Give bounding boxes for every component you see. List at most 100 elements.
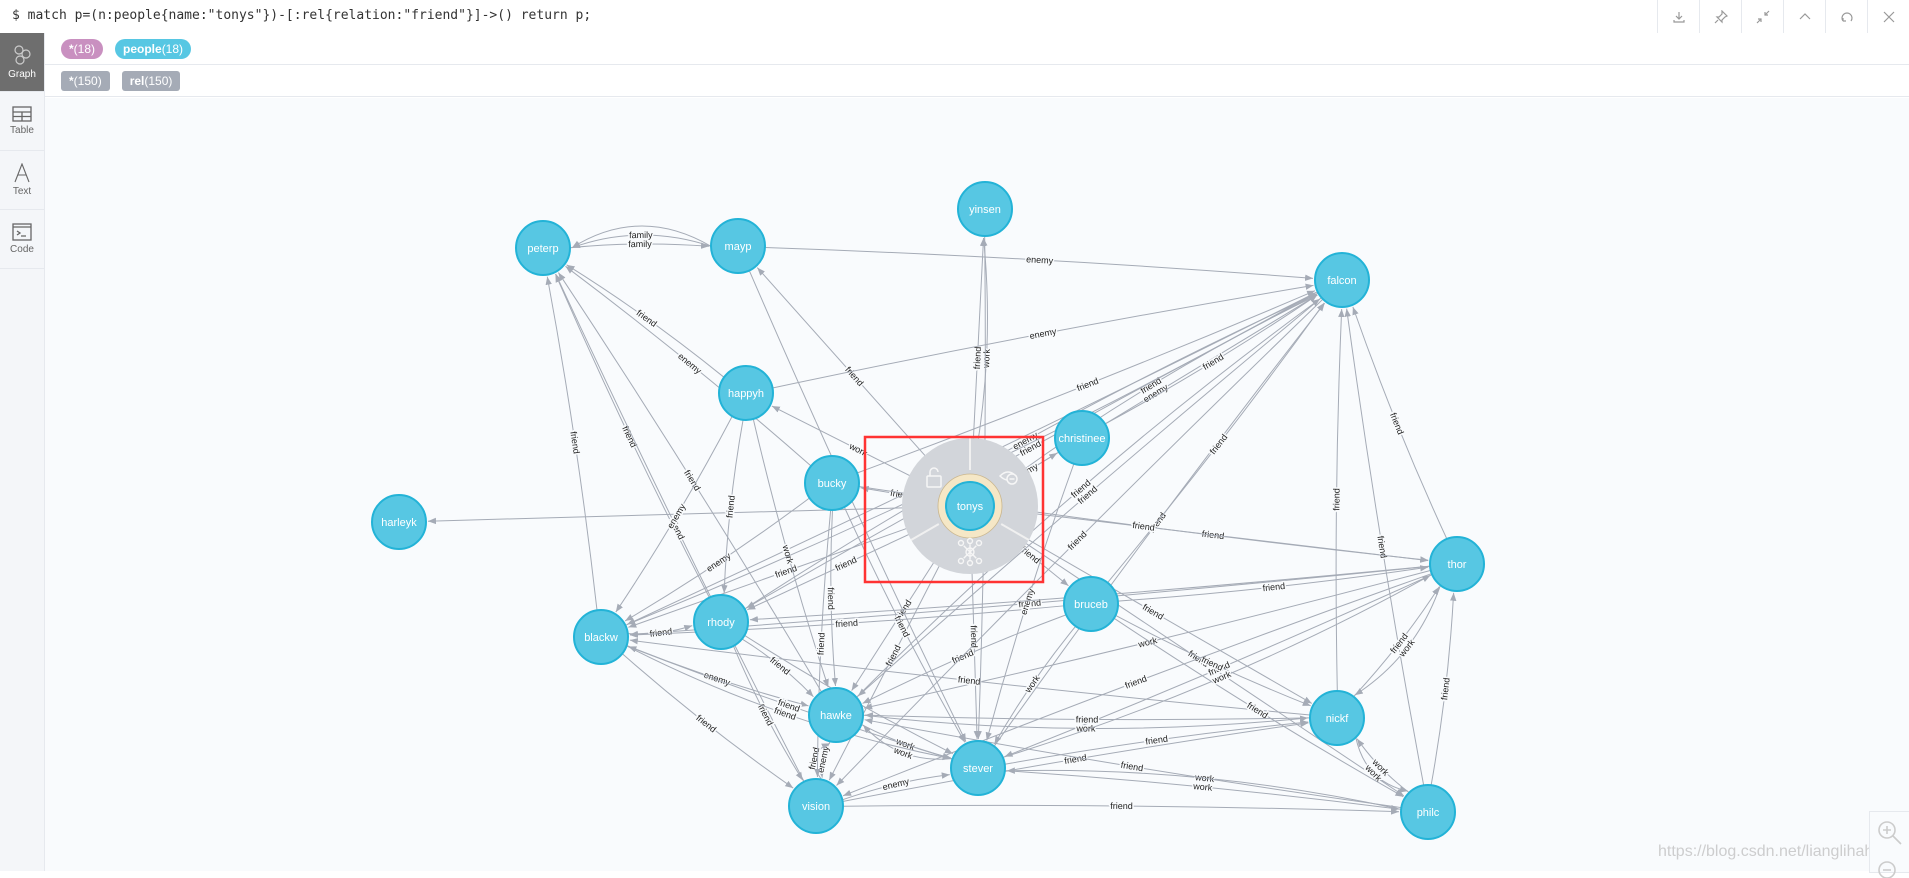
relationship-label: work xyxy=(981,348,992,369)
relationship-label: friend xyxy=(1120,760,1144,774)
node-bucky[interactable]: bucky xyxy=(804,455,860,511)
relationship-label: friend xyxy=(568,431,581,455)
zoom-in-icon[interactable] xyxy=(1875,818,1905,848)
relationship[interactable]: enemy xyxy=(842,772,950,801)
sidebar-item-table[interactable]: Table xyxy=(0,92,44,151)
node-caption: stever xyxy=(963,763,993,775)
rerun-button[interactable] xyxy=(1825,0,1867,33)
relationship[interactable]: friend xyxy=(1353,586,1440,698)
query-editor[interactable]: $ match p=(n:people{name:"tonys"})-[:rel… xyxy=(0,0,1909,34)
node-philc[interactable]: philc xyxy=(1400,784,1456,840)
frame-toolbar xyxy=(1657,0,1909,33)
sidebar-item-graph[interactable]: Graph xyxy=(0,33,44,92)
relationship-label: family xyxy=(628,239,652,249)
graph-svg[interactable]: familyfamilyenemyfriendenemyfriendfriend… xyxy=(45,98,1909,871)
relationship[interactable]: friend xyxy=(1115,614,1311,707)
node-caption: falcon xyxy=(1327,275,1356,287)
node-thor[interactable]: thor xyxy=(1429,536,1485,592)
pin-button[interactable] xyxy=(1699,0,1741,33)
relationship[interactable]: friend xyxy=(1352,306,1448,540)
relationship-label: friend xyxy=(724,495,736,518)
sidebar-item-label: Graph xyxy=(8,69,36,80)
relationship[interactable]: enemy xyxy=(764,247,1314,281)
node-rhody[interactable]: rhody xyxy=(693,594,749,650)
node-harleyk[interactable]: harleyk xyxy=(371,494,427,550)
node-caption: happyh xyxy=(728,388,764,400)
relationship-label: friend xyxy=(1262,581,1285,593)
relationship-label: friend xyxy=(1245,700,1269,720)
node-vision[interactable]: vision xyxy=(788,778,844,834)
node-bruceb[interactable]: bruceb xyxy=(1063,576,1119,632)
node-caption: nickf xyxy=(1326,713,1350,725)
node-peterp[interactable]: peterp xyxy=(515,220,571,276)
relationship-label: work xyxy=(1136,635,1158,650)
sidebar-item-text[interactable]: Text xyxy=(0,151,44,210)
relationship-label: friend xyxy=(635,308,659,329)
relationship-label: friend xyxy=(1201,352,1225,372)
view-sidebar: Graph Table Text Code xyxy=(0,33,45,871)
zoom-out-icon[interactable] xyxy=(1875,858,1905,878)
relationship[interactable]: work xyxy=(1356,738,1410,793)
collapse-frame-button[interactable] xyxy=(1783,0,1825,33)
relationship[interactable]: friend xyxy=(1430,592,1457,786)
node-hawke[interactable]: hawke xyxy=(808,687,864,743)
relationship-label: enemy xyxy=(1026,254,1054,266)
graph-canvas[interactable]: family family enemy friend enemy friend friend… xyxy=(45,98,1909,871)
close-button[interactable] xyxy=(1867,0,1909,33)
relationship-label: friend xyxy=(694,713,718,735)
sidebar-item-code[interactable]: Code xyxy=(0,210,44,269)
relationship[interactable]: friend xyxy=(721,419,744,594)
node-caption: bucky xyxy=(818,478,847,490)
node-caption: mayp xyxy=(725,241,752,253)
node-label-people[interactable]: people(18) xyxy=(115,38,192,59)
rerun-icon xyxy=(1840,11,1853,22)
node-caption: hawke xyxy=(820,710,852,722)
relationship-label: friend xyxy=(1388,411,1406,436)
node-stever[interactable]: stever xyxy=(950,740,1006,796)
rel-type-all[interactable]: *(150) xyxy=(61,70,110,91)
close-icon xyxy=(1883,11,1894,22)
node-blackw[interactable]: blackw xyxy=(573,609,629,665)
chevron-up-icon xyxy=(1799,12,1810,19)
query-text[interactable]: $ match p=(n:people{name:"tonys"})-[:rel… xyxy=(12,8,591,23)
zoom-controls xyxy=(1869,811,1909,878)
relationship[interactable]: friend xyxy=(824,509,839,687)
relationship[interactable]: friend xyxy=(627,625,693,640)
relationship-label: friend xyxy=(1075,376,1100,394)
download-button[interactable] xyxy=(1657,0,1699,33)
node-caption: vision xyxy=(802,801,830,813)
node-christinee[interactable]: christinee xyxy=(1054,410,1110,466)
node-labels-row: *(18) people(18) xyxy=(45,33,1909,65)
node-caption: harleyk xyxy=(381,517,417,529)
node-label-all[interactable]: *(18) xyxy=(61,38,104,59)
relationship-label: friend xyxy=(1132,520,1156,533)
relationship-label: friend xyxy=(1141,602,1165,622)
rel-type-rel[interactable]: rel(150) xyxy=(121,70,181,91)
rel-types-row: *(150) rel(150) xyxy=(45,65,1909,97)
sidebar-item-label: Code xyxy=(10,244,34,255)
relationship[interactable]: friend xyxy=(545,276,598,611)
collapse-button[interactable] xyxy=(1741,0,1783,33)
relationship[interactable]: friend xyxy=(1117,565,1429,602)
relationship[interactable]: enemy xyxy=(565,265,812,467)
node-nickf[interactable]: nickf xyxy=(1309,690,1365,746)
node-falcon[interactable]: falcon xyxy=(1314,252,1370,308)
node-caption: peterp xyxy=(527,243,558,255)
relationship-label: family xyxy=(629,230,653,240)
relationship[interactable]: friend xyxy=(842,720,1309,802)
pin-icon xyxy=(1714,9,1728,23)
relationship[interactable]: friend xyxy=(842,799,1400,815)
node-caption: philc xyxy=(1417,807,1440,819)
node-yinsen[interactable]: yinsen xyxy=(957,181,1013,237)
relationship-label: friend xyxy=(649,626,673,639)
collapse-icon xyxy=(1756,10,1769,23)
relationship-label: friend xyxy=(1208,432,1230,456)
node-mayp[interactable]: mayp xyxy=(710,218,766,274)
node-caption: rhody xyxy=(707,617,735,629)
nodes: peterp mayp yinsen falcon happyh christinee ha… xyxy=(371,181,1485,840)
relationship[interactable]: friend xyxy=(836,298,1324,786)
graph-icon xyxy=(14,45,31,65)
relationship[interactable]: friend xyxy=(1330,308,1345,692)
node-happyh[interactable]: happyh xyxy=(718,365,774,421)
table-icon xyxy=(12,106,32,122)
